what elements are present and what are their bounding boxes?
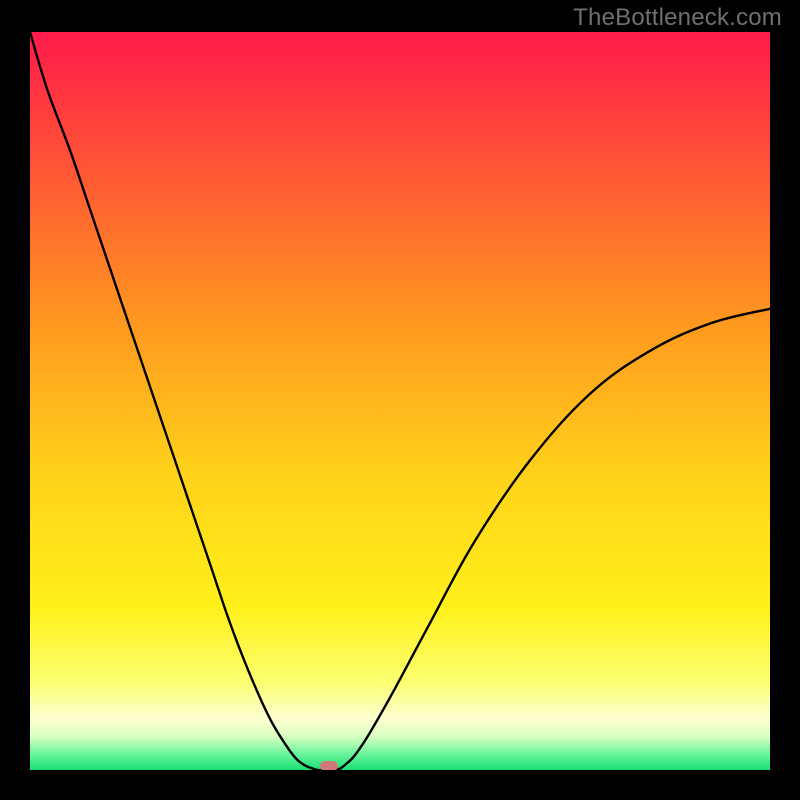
curve-right-path xyxy=(335,309,770,770)
curve-left-path xyxy=(30,32,323,770)
watermark-text: TheBottleneck.com xyxy=(573,4,782,32)
chart-container: TheBottleneck.com xyxy=(0,0,800,800)
bottleneck-curve xyxy=(30,32,770,770)
optimal-marker xyxy=(320,761,338,770)
plot-area xyxy=(30,32,770,770)
